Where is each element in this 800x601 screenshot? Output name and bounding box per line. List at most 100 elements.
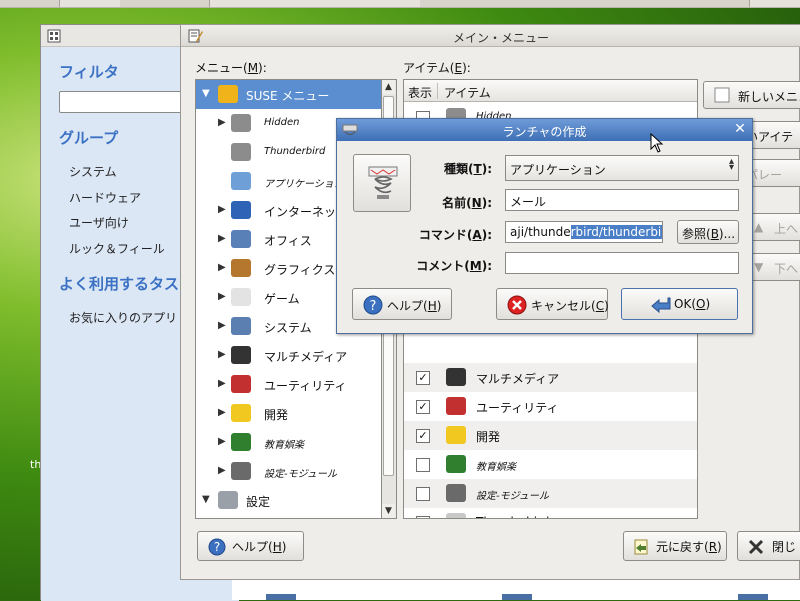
desktop-window-strip bbox=[232, 580, 800, 600]
dialog-titlebar[interactable]: ランチャの作成 ✕ bbox=[337, 119, 752, 141]
up-arrow-icon: ▲ bbox=[754, 220, 764, 234]
mouse-cursor-icon bbox=[650, 133, 664, 153]
item-row[interactable]: ✓ マルチメディア bbox=[404, 363, 697, 392]
item-label: ユーティリティ bbox=[476, 401, 559, 415]
command-field[interactable]: aji/thunderbird/thunderbird bbox=[505, 221, 663, 243]
revert-button[interactable]: 元に戻す(R) bbox=[623, 531, 727, 561]
dialog-help-button[interactable]: ? ヘルプ(H) bbox=[352, 288, 452, 320]
applications-icon bbox=[231, 172, 251, 190]
dialog-close-icon[interactable]: ✕ bbox=[732, 121, 748, 137]
item-label: マルチメディア bbox=[476, 372, 560, 386]
taskbar-segment[interactable] bbox=[420, 0, 750, 7]
create-launcher-dialog: ランチャの作成 ✕ 種類(T): アプリケーション ▴ ▾ 名前(N): メール … bbox=[336, 118, 753, 334]
item-row[interactable]: ✓ 開発 bbox=[404, 421, 697, 450]
tree-item-label: オフィス bbox=[264, 234, 312, 248]
group-item-system[interactable]: システム bbox=[69, 163, 117, 180]
new-menu-button[interactable]: 新しいメニュ bbox=[703, 81, 800, 109]
show-checkbox[interactable]: ✓ bbox=[416, 516, 430, 518]
group-item-user[interactable]: ユーザ向け bbox=[69, 214, 129, 231]
collapsed-arrow-icon[interactable]: ▶ bbox=[218, 204, 226, 215]
main-menu-titlebar[interactable]: メイン・メニュー bbox=[181, 25, 800, 47]
close-button[interactable]: 閉じ bbox=[737, 531, 800, 561]
scroll-up-arrow-icon[interactable]: ▲ bbox=[382, 80, 395, 94]
tree-item[interactable]: ▶ 教育娯楽 bbox=[196, 428, 381, 457]
expanded-arrow-icon[interactable]: ▼ bbox=[202, 88, 210, 99]
item-label: Thunderbird bbox=[476, 515, 549, 518]
utilities-icon bbox=[231, 375, 251, 393]
collapsed-arrow-icon[interactable]: ▶ bbox=[218, 407, 226, 418]
collapsed-arrow-icon[interactable]: ▶ bbox=[218, 320, 226, 331]
window-title: メイン・メニュー bbox=[452, 31, 549, 45]
collapsed-arrow-icon[interactable]: ▶ bbox=[218, 233, 226, 244]
tree-item-label: 設定-モジュール bbox=[264, 469, 337, 480]
item-label: 教育娯楽 bbox=[476, 462, 516, 473]
tree-item-label: ユーティリティ bbox=[264, 379, 347, 393]
education-icon bbox=[446, 455, 466, 473]
development-icon bbox=[231, 404, 251, 422]
folder-icon bbox=[231, 143, 251, 161]
collapsed-arrow-icon[interactable]: ▶ bbox=[218, 349, 226, 360]
item-row[interactable]: 設定-モジュール bbox=[404, 479, 697, 508]
tree-item[interactable]: ▶ 設定-モジュール bbox=[196, 457, 381, 486]
items-label: アイテム(E): bbox=[403, 61, 471, 75]
collapsed-arrow-icon[interactable]: ▶ bbox=[218, 262, 226, 273]
item-label: 設定-モジュール bbox=[476, 491, 549, 502]
expanded-arrow-icon[interactable]: ▼ bbox=[202, 494, 210, 505]
internet-icon bbox=[231, 201, 251, 219]
window-menu-icon[interactable] bbox=[47, 29, 61, 43]
utilities-icon bbox=[446, 397, 466, 415]
help-button[interactable]: ? ヘルプ(H) bbox=[197, 531, 304, 561]
graphics-icon bbox=[231, 259, 251, 277]
tree-item-label: システム bbox=[264, 321, 312, 335]
group-title: グループ bbox=[59, 129, 119, 147]
down-arrow-icon: ▼ bbox=[754, 260, 764, 274]
command-selection: rbird/thunderbird bbox=[570, 225, 662, 239]
multimedia-icon bbox=[446, 368, 466, 386]
type-combobox[interactable]: アプリケーション ▴ ▾ bbox=[505, 155, 739, 181]
common-tasks-title: よく利用するタス bbox=[59, 275, 180, 293]
system-icon bbox=[231, 317, 251, 335]
item-label: 開発 bbox=[476, 430, 501, 444]
ok-button[interactable]: OK(O) bbox=[621, 288, 738, 320]
taskbar-segment[interactable] bbox=[0, 0, 60, 7]
collapsed-arrow-icon[interactable]: ▶ bbox=[218, 378, 226, 389]
collapsed-arrow-icon[interactable]: ▶ bbox=[218, 117, 226, 128]
show-checkbox[interactable] bbox=[416, 487, 430, 501]
group-item-look-and-feel[interactable]: ルック＆フィール bbox=[69, 240, 165, 257]
tree-item[interactable]: ▶ ユーティリティ bbox=[196, 370, 381, 399]
tree-item[interactable]: ▶ 開発 bbox=[196, 399, 381, 428]
folder-icon bbox=[231, 114, 251, 132]
show-checkbox[interactable]: ✓ bbox=[416, 400, 430, 414]
name-field[interactable]: メール bbox=[505, 189, 739, 211]
multimedia-icon bbox=[231, 346, 251, 364]
taskbar-icon[interactable] bbox=[266, 594, 296, 600]
group-item-hardware[interactable]: ハードウェア bbox=[69, 189, 141, 206]
browse-button[interactable]: 参照(B)... bbox=[677, 220, 739, 244]
collapsed-arrow-icon[interactable]: ▶ bbox=[218, 291, 226, 302]
top-panel bbox=[0, 0, 800, 8]
comment-field[interactable] bbox=[505, 252, 739, 274]
item-row[interactable]: 教育娯楽 bbox=[404, 450, 697, 479]
dialog-title: ランチャの作成 bbox=[502, 125, 587, 139]
menu-label: メニュー(M): bbox=[195, 61, 267, 75]
show-checkbox[interactable] bbox=[416, 458, 430, 472]
name-label: 名前(N): bbox=[442, 196, 492, 210]
taskbar-icon[interactable] bbox=[502, 594, 532, 600]
development-icon bbox=[446, 426, 466, 444]
collapsed-arrow-icon[interactable]: ▶ bbox=[218, 436, 226, 447]
tree-item[interactable]: ▶ マルチメディア bbox=[196, 341, 381, 370]
show-checkbox[interactable]: ✓ bbox=[416, 429, 430, 443]
item-row[interactable]: ✓ ユーティリティ bbox=[404, 392, 697, 421]
taskbar-icon[interactable] bbox=[738, 594, 768, 600]
help-icon: ? bbox=[208, 538, 226, 556]
favorites-item[interactable]: お気に入りのアプリ bbox=[69, 309, 177, 326]
item-row[interactable]: ✓ Thunderbird bbox=[404, 508, 697, 518]
tree-item[interactable]: ▼ SUSE メニュー bbox=[196, 80, 381, 109]
svg-text:?: ? bbox=[370, 299, 377, 314]
tree-item[interactable]: ▼ 設定 bbox=[196, 486, 381, 515]
collapsed-arrow-icon[interactable]: ▶ bbox=[218, 465, 226, 476]
scroll-down-arrow-icon[interactable]: ▼ bbox=[382, 504, 395, 518]
show-checkbox[interactable]: ✓ bbox=[416, 371, 430, 385]
taskbar-segment[interactable] bbox=[120, 0, 210, 7]
cancel-button[interactable]: キャンセル(C) bbox=[496, 288, 609, 320]
